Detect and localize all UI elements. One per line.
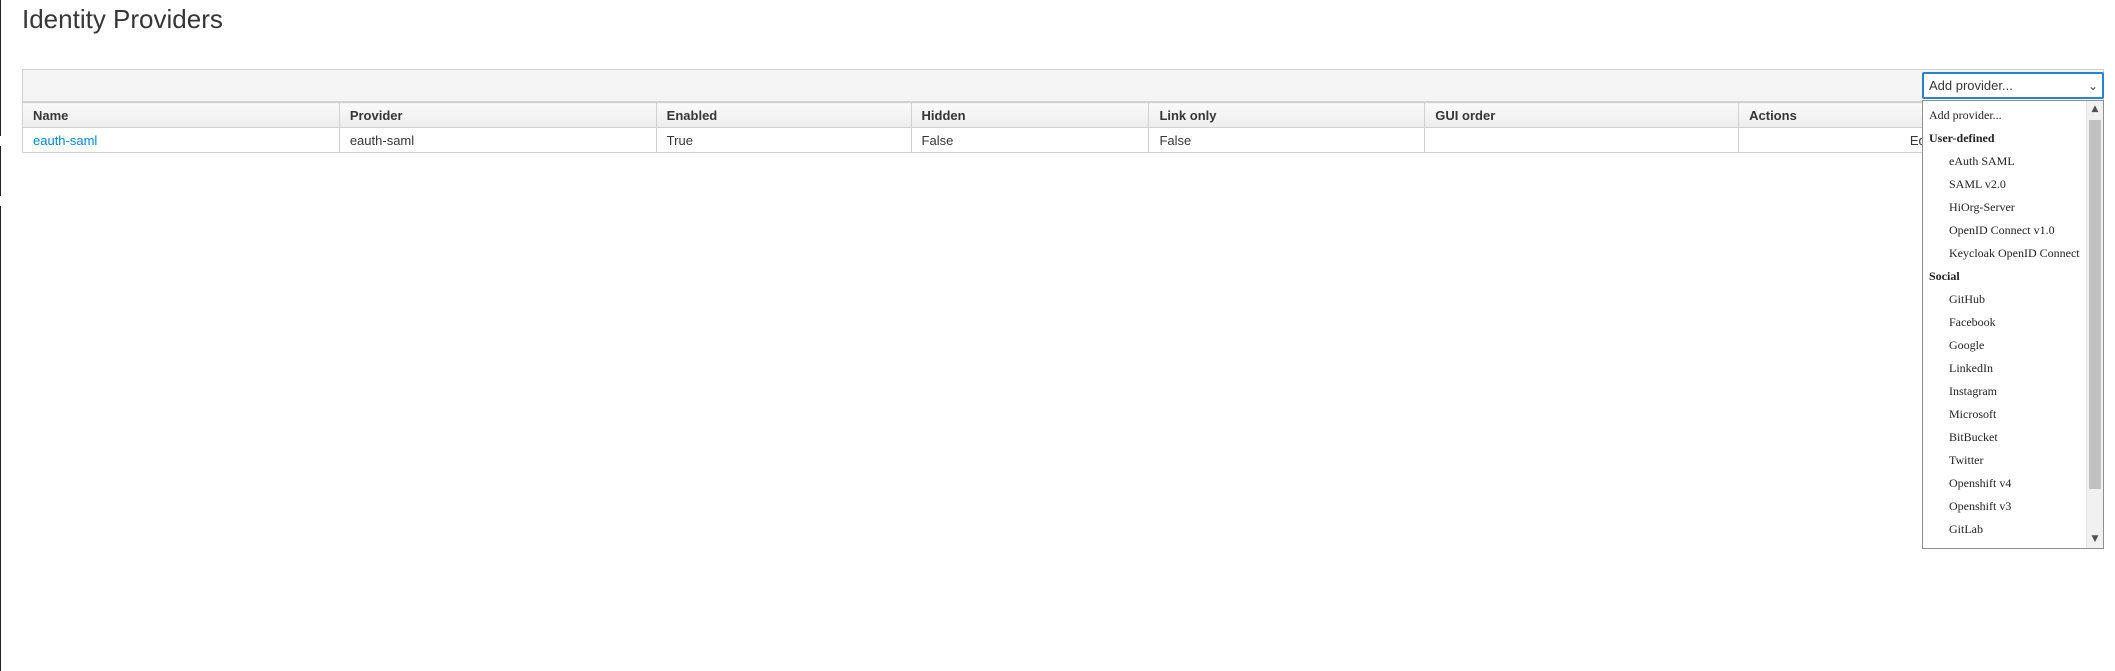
window-edge-mark: [0, 196, 1, 206]
scroll-down-arrow-icon[interactable]: ▼: [2087, 531, 2103, 548]
dropdown-option[interactable]: OpenID Connect v1.0: [1923, 219, 2055, 242]
dropdown-option[interactable]: Twitter: [1923, 449, 1983, 472]
dropdown-group-social: Social: [1929, 269, 1960, 283]
dropdown-option[interactable]: Openshift v3: [1923, 495, 2011, 518]
cell-hidden: False: [910, 127, 1150, 153]
column-header-hidden[interactable]: Hidden: [910, 102, 1150, 128]
scroll-up-arrow-icon[interactable]: ▲: [2087, 101, 2103, 118]
dropdown-option[interactable]: Facebook: [1923, 311, 1996, 334]
dropdown-option[interactable]: GitLab: [1923, 518, 1983, 541]
provider-name-link[interactable]: eauth-saml: [33, 133, 97, 148]
dropdown-option[interactable]: Google: [1923, 334, 1984, 357]
cell-provider: eauth-saml: [338, 127, 657, 153]
add-provider-select-value: Add provider...: [1929, 78, 2013, 93]
page: Identity Providers Add provider... ⌄ Nam…: [0, 0, 2115, 671]
dropdown-option[interactable]: HiOrg-Server: [1923, 196, 2015, 219]
dropdown-option[interactable]: eAuth SAML: [1923, 150, 2015, 173]
dropdown-option[interactable]: GitHub: [1923, 288, 1985, 311]
page-title: Identity Providers: [22, 4, 223, 34]
cell-gui-order: [1424, 127, 1740, 153]
dropdown-option[interactable]: Microsoft: [1923, 403, 1996, 426]
table-header-row: Name Provider Enabled Hidden Link only G…: [22, 102, 2104, 128]
dropdown-option[interactable]: Keycloak OpenID Connect: [1923, 242, 2080, 265]
column-header-enabled[interactable]: Enabled: [655, 102, 912, 128]
column-header-link-only[interactable]: Link only: [1148, 102, 1426, 128]
cell-enabled: True: [655, 127, 912, 153]
column-header-provider[interactable]: Provider: [338, 102, 657, 128]
add-provider-dropdown-list: Add provider... User-defined eAuth SAML …: [1922, 100, 2104, 549]
cell-name: eauth-saml: [22, 127, 340, 153]
dropdown-option[interactable]: Instagram: [1923, 380, 1997, 403]
dropdown-option[interactable]: BitBucket: [1923, 426, 1998, 449]
cell-link-only: False: [1148, 127, 1426, 153]
chevron-down-icon: ⌄: [2087, 79, 2098, 93]
add-provider-select[interactable]: Add provider... ⌄: [1922, 72, 2104, 99]
dropdown-group-user-defined: User-defined: [1929, 131, 1995, 145]
window-edge-mark: [0, 136, 1, 146]
window-left-edge: [0, 0, 1, 671]
table-toolbar: [22, 69, 2104, 102]
column-header-gui-order[interactable]: GUI order: [1424, 102, 1740, 128]
table-row: eauth-saml eauth-saml True False False E…: [22, 127, 2104, 153]
dropdown-option[interactable]: SAML v2.0: [1923, 173, 2006, 196]
dropdown-scrollbar[interactable]: ▲ ▼: [2086, 101, 2103, 548]
dropdown-option-placeholder[interactable]: Add provider...: [1923, 104, 2002, 127]
column-header-name[interactable]: Name: [22, 102, 340, 128]
dropdown-option[interactable]: Openshift v4: [1923, 472, 2011, 495]
dropdown-option[interactable]: LinkedIn: [1923, 357, 1993, 380]
identity-providers-table: Name Provider Enabled Hidden Link only G…: [22, 102, 2104, 153]
scrollbar-thumb[interactable]: [2089, 120, 2101, 489]
